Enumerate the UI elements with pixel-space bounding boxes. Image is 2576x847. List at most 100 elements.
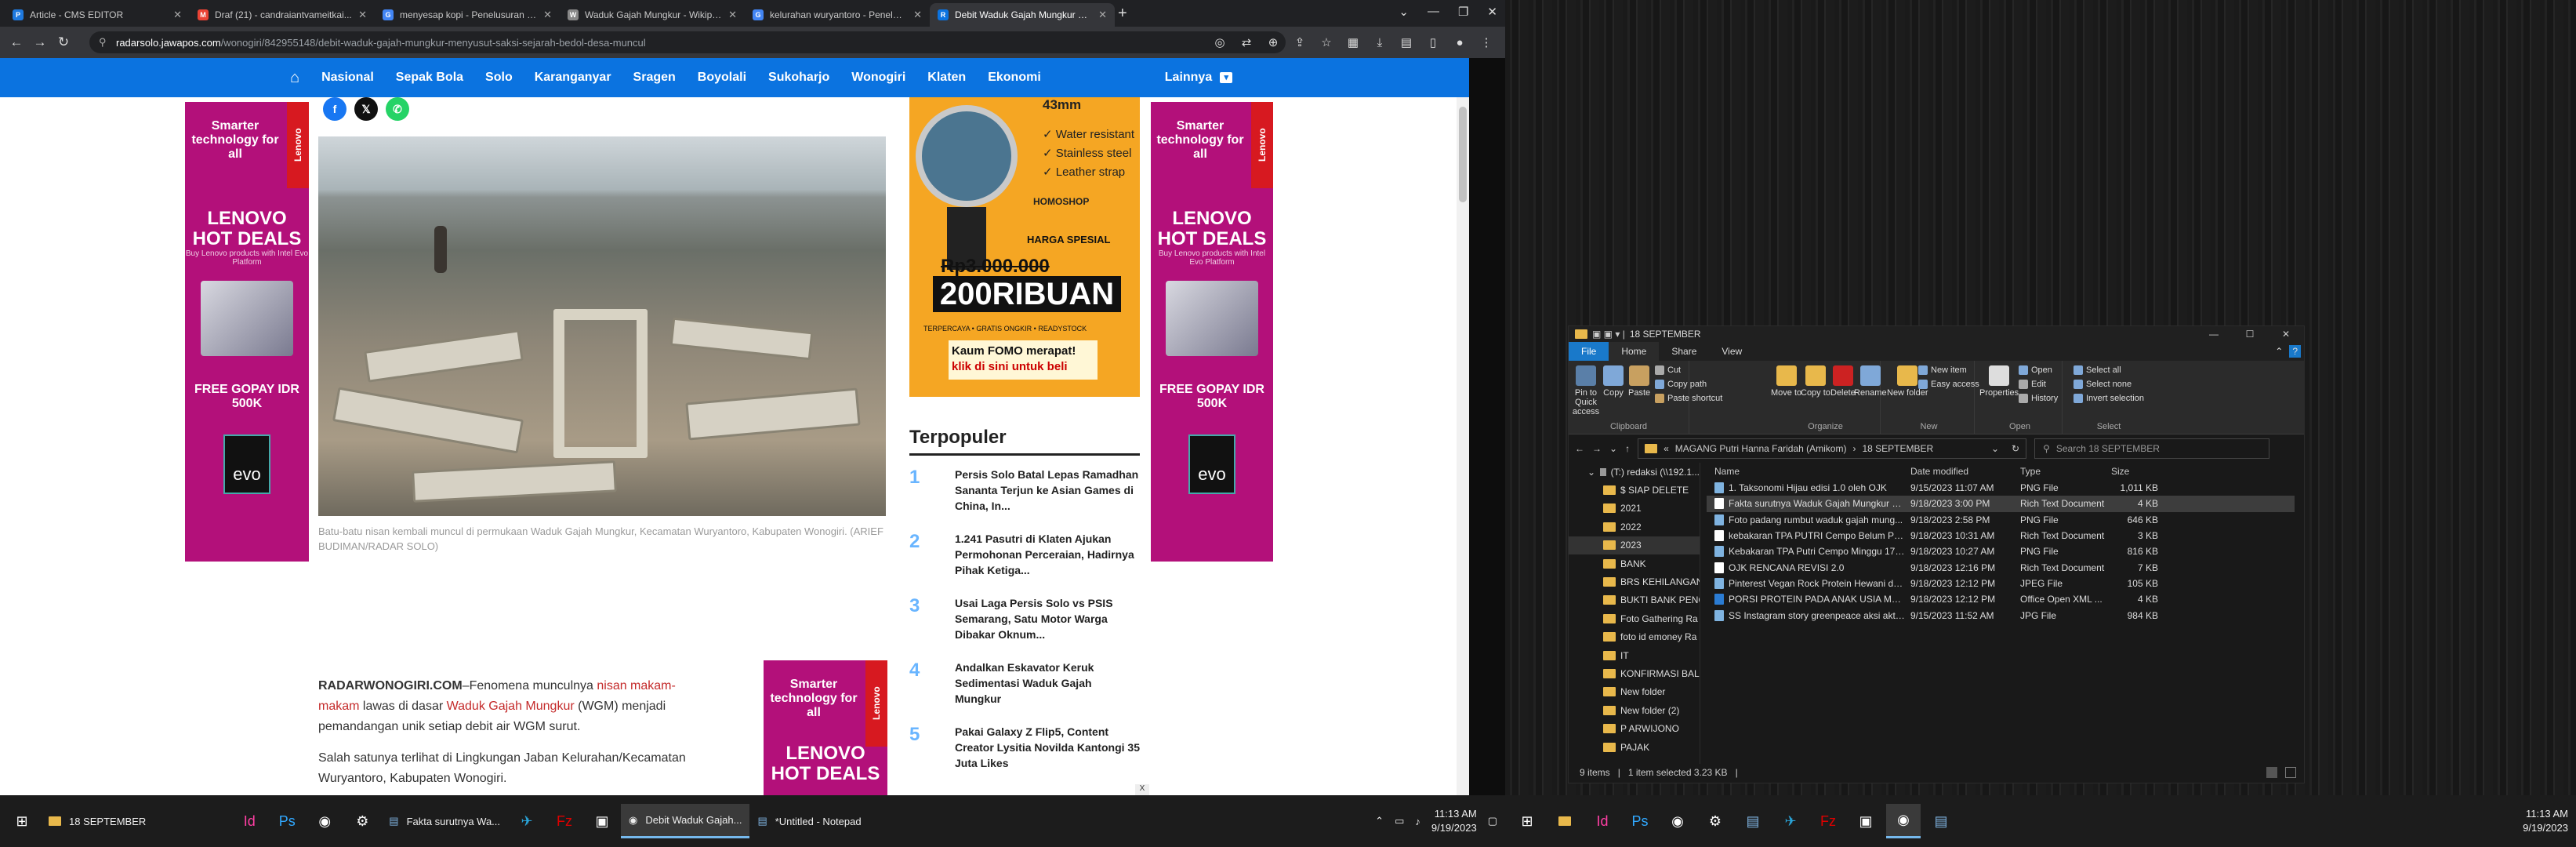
search-input[interactable]: ⚲ Search 18 SEPTEMBER xyxy=(2034,438,2270,459)
list-item[interactable]: 5 Pakai Galaxy Z Flip5, Content Creator L… xyxy=(909,713,1140,777)
chevron-down-icon[interactable]: ▾ xyxy=(1220,72,1233,83)
nav-folder[interactable]: P ARWIJONO xyxy=(1569,719,1700,737)
new-folder-icon[interactable] xyxy=(1897,365,1918,386)
settings-icon[interactable]: ⚙ xyxy=(1698,804,1732,838)
side-panel-icon[interactable]: ▯ xyxy=(1422,31,1444,54)
nav-folder[interactable]: New folder xyxy=(1569,683,1700,701)
pin-icon[interactable] xyxy=(1576,365,1596,386)
taskbar-app-explorer[interactable]: 18 SEPTEMBER xyxy=(41,804,154,838)
close-window-button[interactable]: ✕ xyxy=(1487,5,1497,19)
indesign-icon[interactable]: Id xyxy=(1585,804,1620,838)
taskbar-app-wordpad[interactable]: ▤ Fakta surutnya Wa... xyxy=(381,804,508,838)
app-icon[interactable]: ▣ xyxy=(1849,804,1883,838)
extension-icon[interactable]: ▦ xyxy=(1342,31,1364,54)
nav-folder[interactable]: 2022 xyxy=(1569,518,1700,536)
list-item[interactable]: 1 Persis Solo Batal Lepas Ramadhan Sanant… xyxy=(909,456,1140,520)
list-item[interactable]: 2 1.241 Pasutri di Klaten Ajukan Permohon… xyxy=(909,520,1140,584)
bookmarks-icon[interactable]: ▤ xyxy=(1395,31,1417,54)
translate-icon[interactable]: ⇄ xyxy=(1235,31,1257,54)
help-icon[interactable]: ? xyxy=(2289,345,2301,358)
breadcrumb[interactable]: MAGANG Putri Hanna Faridah (Amikom) xyxy=(1675,443,1847,454)
link-waduk-gajah-mungkur[interactable]: Waduk Gajah Mungkur xyxy=(447,700,575,713)
table-row[interactable]: Foto padang rumbut waduk gajah mung... 9/… xyxy=(1707,512,2295,528)
table-row[interactable]: PORSI PROTEIN PADA ANAK USIA MPASI 9/18/2… xyxy=(1707,591,2295,607)
close-ad-button[interactable]: X xyxy=(1135,784,1149,795)
nav-more[interactable]: Lainnya xyxy=(1165,71,1212,85)
browser-tab[interactable]: Gkelurahan wuryantoro - Penelus... ✕ xyxy=(745,3,930,27)
page-scrollbar[interactable] xyxy=(1457,97,1469,795)
nav-item[interactable]: Boyolali xyxy=(698,71,746,85)
photoshop-icon[interactable]: Ps xyxy=(1623,804,1657,838)
address-bar[interactable]: ⚲ radarsolo.jawapos.com/wonogiri/8429551… xyxy=(89,31,1286,53)
settings-icon[interactable]: ⚙ xyxy=(345,804,379,838)
move-to-icon[interactable] xyxy=(1776,365,1797,386)
tab-home[interactable]: Home xyxy=(1609,342,1660,361)
nav-folder[interactable]: BUKTI BANK PENG xyxy=(1569,591,1700,609)
wordpad-icon[interactable]: ▤ xyxy=(1736,804,1770,838)
large-icons-view-icon[interactable] xyxy=(2285,767,2296,778)
nav-item[interactable]: Sragen xyxy=(633,71,676,85)
download-icon[interactable]: ⤓ xyxy=(1369,31,1391,54)
nav-folder[interactable]: New folder (2) xyxy=(1569,701,1700,719)
recent-locations-icon[interactable]: ⌄ xyxy=(1609,443,1617,454)
reload-icon[interactable]: ↻ xyxy=(52,31,75,54)
delete-icon[interactable] xyxy=(1832,365,1853,386)
indesign-icon[interactable]: Id xyxy=(232,804,267,838)
menu-kebab-icon[interactable]: ⋮ xyxy=(1475,31,1497,54)
browser-tab-active[interactable]: R Debit Waduk Gajah Mungkur M... ✕ xyxy=(930,3,1115,27)
maximize-button[interactable]: ☐ xyxy=(2232,326,2268,342)
nav-item[interactable]: Sepak Bola xyxy=(396,71,463,85)
breadcrumb[interactable]: 18 SEPTEMBER xyxy=(1862,443,1933,454)
properties-icon[interactable] xyxy=(1989,365,2010,386)
app-icon[interactable]: ✈ xyxy=(1773,804,1808,838)
browser-tab[interactable]: W Waduk Gajah Mungkur - Wikipe... ✕ xyxy=(560,3,745,27)
tab-search-icon[interactable]: ⌄ xyxy=(1399,5,1409,19)
forward-icon[interactable]: → xyxy=(28,31,52,54)
copy-icon[interactable] xyxy=(1603,365,1624,386)
close-icon[interactable]: ✕ xyxy=(728,9,737,21)
app-icon[interactable]: ✈ xyxy=(510,804,544,838)
minimize-button[interactable]: — xyxy=(2196,326,2232,342)
close-window-button[interactable]: ✕ xyxy=(2268,326,2304,342)
chevron-down-icon[interactable]: ⌄ xyxy=(1587,467,1595,478)
tab-view[interactable]: View xyxy=(1709,342,1754,361)
tab-file[interactable]: File xyxy=(1569,342,1609,361)
home-icon[interactable]: ⌂ xyxy=(290,69,299,87)
list-item[interactable]: 3 Usai Laga Persis Solo vs PSIS Semarang,… xyxy=(909,584,1140,649)
nav-item[interactable]: Klaten xyxy=(927,71,966,85)
column-name[interactable]: Name xyxy=(1707,466,1906,477)
filezilla-icon[interactable]: Fz xyxy=(1811,804,1845,838)
new-tab-button[interactable]: + xyxy=(1118,5,1127,23)
tab-share[interactable]: Share xyxy=(1659,342,1709,361)
rename-icon[interactable] xyxy=(1859,365,1881,386)
chevron-up-icon[interactable]: ⌃ xyxy=(2269,342,2289,361)
close-icon[interactable]: ✕ xyxy=(543,9,552,21)
nav-folder[interactable]: KONFIRMASI BALI xyxy=(1569,664,1700,682)
lenovo-ad-right[interactable]: Lenovo Smarter technology for all LENOVO… xyxy=(1151,102,1273,562)
table-row[interactable]: 1. Taksonomi Hijau edisi 1.0 oleh OJK 9/1… xyxy=(1707,480,2295,496)
taskbar-app-notepad[interactable]: ▤ *Untitled - Notepad xyxy=(749,804,869,838)
whatsapp-share-icon[interactable]: ✆ xyxy=(386,97,409,121)
column-type[interactable]: Type xyxy=(2015,466,2106,477)
table-row[interactable]: OJK RENCANA REVISI 2.0 9/18/2023 12:16 PM… xyxy=(1707,559,2295,575)
nav-item[interactable]: Ekonomi xyxy=(988,71,1041,85)
back-icon[interactable]: ← xyxy=(1575,443,1584,454)
taskbar-app-chrome[interactable]: ◉ Debit Waduk Gajah... xyxy=(621,804,750,838)
paste-icon[interactable] xyxy=(1629,365,1650,386)
close-icon[interactable]: ✕ xyxy=(913,9,922,21)
filezilla-icon[interactable]: Fz xyxy=(547,804,582,838)
share-icon[interactable]: ⇪ xyxy=(1289,31,1311,54)
nav-folder[interactable]: foto id emoney Ra xyxy=(1569,628,1700,646)
network-icon[interactable]: ▭ xyxy=(1395,815,1404,827)
browser-tab[interactable]: M Draf (21) - candraiantvameitkai... ✕ xyxy=(190,3,375,27)
windows-start-icon[interactable]: ⊞ xyxy=(5,804,39,838)
nav-item[interactable]: Wonogiri xyxy=(851,71,905,85)
copy-to-icon[interactable] xyxy=(1805,365,1826,386)
table-row-selected[interactable]: Fakta surutnya Waduk Gajah Mungkur W... 9… xyxy=(1707,496,2295,512)
path-bar[interactable]: « MAGANG Putri Hanna Faridah (Amikom) › … xyxy=(1638,438,2027,459)
nav-item[interactable]: Sukoharjo xyxy=(768,71,829,85)
chrome-icon[interactable]: ◉ xyxy=(307,804,342,838)
x-share-icon[interactable]: 𝕏 xyxy=(354,97,378,121)
chevron-up-icon[interactable]: ⌃ xyxy=(1375,815,1384,827)
nav-folder[interactable]: Foto Gathering Ra xyxy=(1569,609,1700,627)
